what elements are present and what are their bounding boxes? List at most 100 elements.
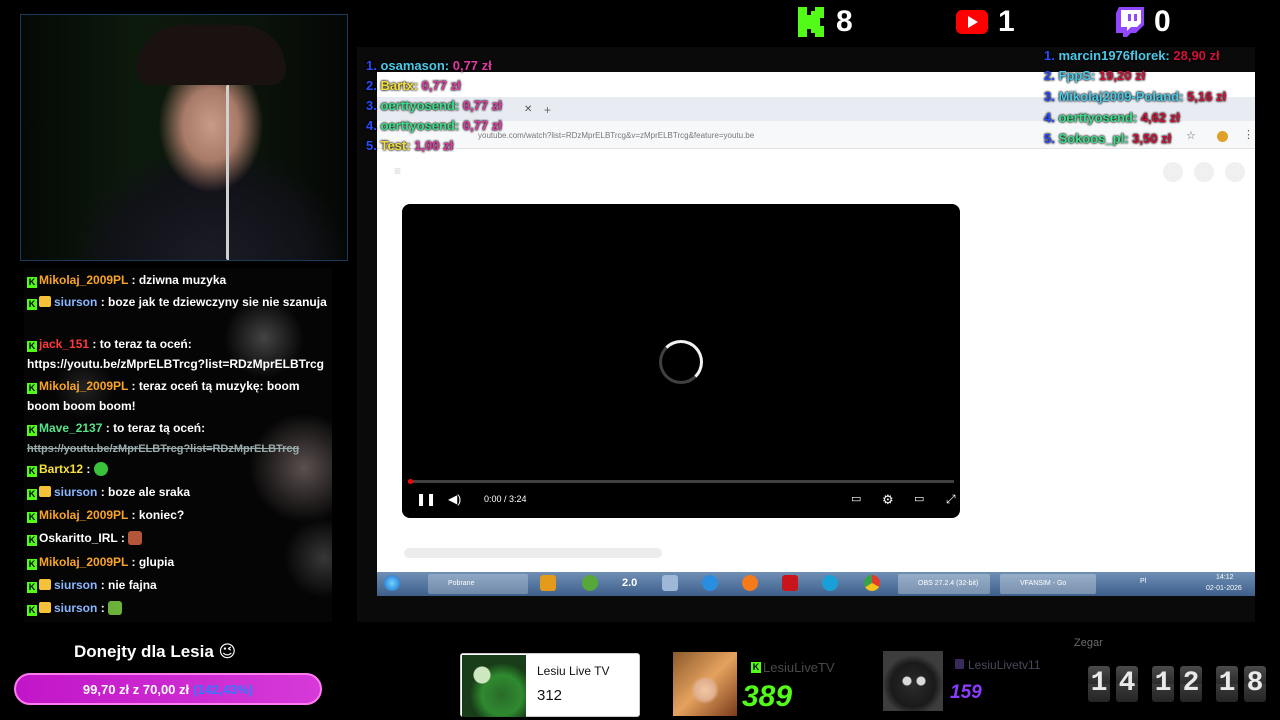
donor-amount: 5,16 zł bbox=[1187, 89, 1227, 104]
donor-rank: 3. bbox=[1044, 89, 1055, 104]
donation-goal-amount: 99,70 zł z 70,00 zł bbox=[82, 681, 190, 697]
video-progress-handle[interactable] bbox=[408, 479, 413, 484]
twitch-icon bbox=[1116, 7, 1144, 37]
donor-amount: 0,77 zł bbox=[462, 118, 502, 133]
new-tab-icon[interactable]: + bbox=[544, 103, 551, 117]
chat-text: : nie fajna bbox=[100, 578, 157, 592]
taskbar-item-version[interactable]: 2.0 bbox=[622, 577, 637, 589]
donor-rank: 2. bbox=[1044, 68, 1055, 83]
chat-username: siurson bbox=[54, 485, 98, 499]
chat-text: : bbox=[120, 531, 125, 545]
channel-viewer-count: 312 bbox=[537, 687, 563, 704]
header-placeholder-icon[interactable] bbox=[1194, 162, 1214, 182]
chat-link[interactable]: https://youtu.be/zMprELBTrcg?list=RDzMpr… bbox=[27, 443, 299, 455]
donor-amount: 4,62 zł bbox=[1140, 110, 1180, 125]
acrobat-icon[interactable] bbox=[782, 575, 798, 591]
channel-name: LesiuLivetv11 bbox=[968, 658, 1041, 672]
chat-message: K Bartx12 : bbox=[27, 459, 327, 479]
kick-icon bbox=[798, 7, 824, 37]
volume-icon[interactable]: ◀) bbox=[448, 492, 461, 506]
donation-goal-bar: 99,70 zł z 70,00 zł (142,43%) bbox=[14, 673, 322, 705]
tab-close-icon[interactable]: ✕ bbox=[524, 104, 532, 115]
donor-rank: 4. bbox=[366, 118, 377, 133]
theater-mode-icon[interactable]: ▭ bbox=[914, 492, 924, 505]
taskbar-item-browser[interactable]: VFANSIM - Go bbox=[1000, 574, 1096, 594]
webcam-figure bbox=[136, 25, 286, 85]
chat-message: Ksiurson : nie fajna bbox=[27, 575, 327, 595]
donor-amount: 0,77 zł bbox=[462, 98, 502, 113]
utorrent-icon[interactable] bbox=[582, 575, 598, 591]
chat-text: : boze ale sraka bbox=[100, 485, 191, 499]
chat-message: K Mikolaj_2009PL : glupia bbox=[27, 552, 327, 572]
kick-badge-icon: K bbox=[27, 341, 37, 352]
channel-thumbnail bbox=[462, 655, 526, 717]
extension-icon[interactable] bbox=[1217, 131, 1228, 142]
green-emote-icon bbox=[108, 601, 123, 615]
donor-rank-item: 2. Bartx: 0,77 zł bbox=[366, 76, 461, 96]
channel-name: Lesiu Live TV bbox=[537, 664, 610, 678]
chat-text: : bbox=[86, 462, 91, 476]
subtitles-icon[interactable]: ▭ bbox=[851, 492, 861, 505]
chat-username: siurson bbox=[54, 578, 98, 592]
donor-amount: 19,20 zł bbox=[1098, 68, 1146, 83]
taskbar-item-obs[interactable]: OBS 27.2.4 (32-bit) bbox=[898, 574, 990, 594]
clock-digit: 8 bbox=[1244, 666, 1266, 702]
header-placeholder-icon[interactable] bbox=[1163, 162, 1183, 182]
donor-rank-item: 3. Mikolaj2009-Poland: 5,16 zł bbox=[1044, 87, 1226, 107]
kick-badge-icon: K bbox=[27, 512, 37, 523]
chrome-icon[interactable] bbox=[864, 575, 880, 591]
donor-name: Test: bbox=[380, 138, 411, 153]
loading-spinner-icon bbox=[659, 340, 703, 384]
taskbar-item-pobrane[interactable]: Pobrane bbox=[428, 574, 528, 594]
firefox-icon[interactable] bbox=[742, 575, 758, 591]
tray-clock-time[interactable]: 14:12 bbox=[1216, 574, 1234, 581]
donor-name: Bartx: bbox=[380, 78, 419, 93]
donor-rank: 5. bbox=[1044, 131, 1055, 146]
edge-icon[interactable] bbox=[822, 575, 838, 591]
chat-message: Ksiurson : boze jak te dziewczyny sie ni… bbox=[27, 292, 327, 312]
bookmark-star-icon[interactable]: ☆ bbox=[1186, 129, 1196, 142]
fullscreen-icon[interactable]: ⤢ bbox=[946, 492, 956, 507]
hamburger-menu-icon[interactable]: ≡ bbox=[394, 164, 401, 178]
calculator-icon[interactable] bbox=[662, 575, 678, 591]
channel-thumbnail bbox=[883, 651, 943, 711]
twitch-badge-icon bbox=[955, 659, 964, 669]
donor-name: osamason: bbox=[380, 58, 450, 73]
language-indicator[interactable]: Pl bbox=[1140, 578, 1146, 585]
settings-gear-icon[interactable]: ⚙ bbox=[882, 492, 894, 508]
donor-name: FppS: bbox=[1058, 68, 1096, 83]
kick-badge-icon: K bbox=[27, 466, 37, 477]
chat-panel: K Mikolaj_2009PL : dziwna muzyka Ksiurson… bbox=[24, 268, 332, 622]
clock-label: Zegar bbox=[1074, 637, 1103, 649]
green-emote-icon bbox=[93, 462, 108, 476]
chat-text: : dziwna muzyka bbox=[131, 273, 227, 287]
chat-username: Oskaritto_IRL bbox=[39, 531, 118, 545]
chat-message: K Mikolaj_2009PL : koniec? bbox=[27, 505, 327, 525]
internet-explorer-icon[interactable] bbox=[702, 575, 718, 591]
clock-digit: 2 bbox=[1180, 666, 1202, 702]
donor-amount: 0,77 zł bbox=[421, 78, 461, 93]
start-orb-icon[interactable] bbox=[384, 575, 400, 591]
chat-text: : boze jak te dziewczyny sie nie szanuja bbox=[100, 295, 327, 309]
webcam-feed bbox=[20, 14, 348, 261]
channel-viewer-count: 159 bbox=[950, 682, 982, 703]
kick-badge-icon: K bbox=[27, 489, 37, 500]
sub-badge-icon bbox=[39, 296, 51, 307]
taskbar-item-label: VFANSIM - Go bbox=[1020, 580, 1067, 587]
donor-rank-item: 4. oerttyosend: 0,77 zł bbox=[366, 116, 502, 136]
taskbar-item-label: OBS 27.2.4 (32-bit) bbox=[918, 580, 979, 587]
address-url[interactable]: youtube.com/watch?list=RDzMprELBTrcg&v=z… bbox=[478, 131, 754, 140]
media-player-icon[interactable] bbox=[540, 575, 556, 591]
tray-clock-date[interactable]: 02-01-2026 bbox=[1206, 585, 1242, 592]
header-placeholder-icon[interactable] bbox=[1225, 162, 1245, 182]
donor-rank-item: 1. marcin1976florek: 28,90 zł bbox=[1044, 46, 1220, 66]
pause-button[interactable]: ❚❚ bbox=[416, 492, 436, 506]
youtube-icon bbox=[956, 10, 988, 34]
video-progress-bar[interactable] bbox=[408, 480, 954, 483]
donor-name: marcin1976florek: bbox=[1058, 48, 1170, 63]
menu-dots-icon[interactable]: ⋮ bbox=[1243, 128, 1254, 141]
donor-amount: 28,90 zł bbox=[1173, 48, 1220, 63]
chat-message: Kjack_151 : to teraz ta oceń: https://yo… bbox=[27, 334, 327, 374]
channel-thumbnail bbox=[673, 652, 737, 716]
donor-rank: 4. bbox=[1044, 110, 1055, 125]
